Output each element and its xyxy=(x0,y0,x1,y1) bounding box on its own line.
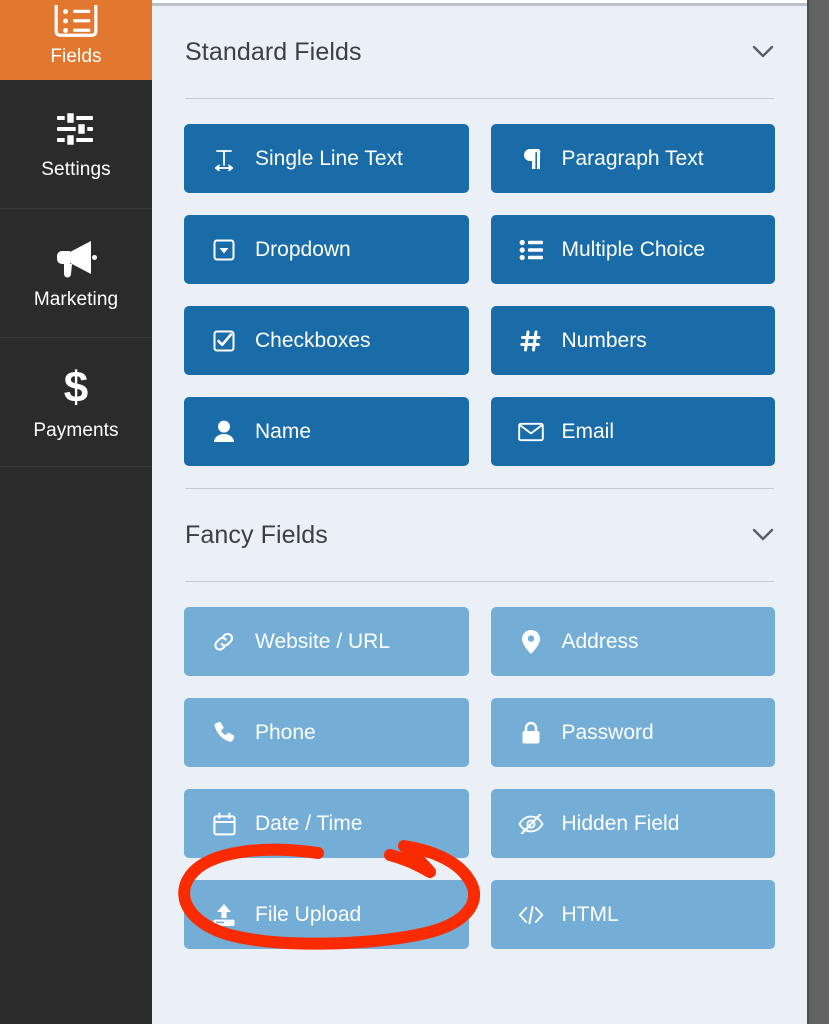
upload-icon xyxy=(211,903,237,927)
field-button-label: Checkboxes xyxy=(255,329,371,352)
standard-fields-grid: Single Line Text Paragraph Text Dropdown… xyxy=(184,99,775,466)
field-button-password[interactable]: Password xyxy=(490,698,775,767)
sidebar-item-label: Settings xyxy=(41,158,111,180)
field-button-dropdown[interactable]: Dropdown xyxy=(184,215,469,284)
user-icon xyxy=(211,420,237,444)
field-button-paragraph-text[interactable]: Paragraph Text xyxy=(490,124,775,193)
text-width-icon xyxy=(211,147,237,171)
list-alt-icon xyxy=(53,5,99,39)
section-title: Standard Fields xyxy=(185,37,362,66)
form-builder-window: Fields Settings Marketing $ Payments Sta… xyxy=(0,0,829,1024)
field-button-label: Address xyxy=(561,630,639,653)
fields-panel-inner: Standard Fields Single Line Text Paragra… xyxy=(152,6,807,1024)
field-button-name[interactable]: Name xyxy=(184,397,469,466)
fields-panel: Standard Fields Single Line Text Paragra… xyxy=(152,0,829,1024)
field-button-html[interactable]: HTML xyxy=(490,880,775,949)
field-button-label: HTML xyxy=(561,903,619,926)
lock-icon xyxy=(518,721,544,745)
field-button-file-upload[interactable]: File Upload xyxy=(184,880,469,949)
field-button-checkboxes[interactable]: Checkboxes xyxy=(184,306,469,375)
field-button-label: Password xyxy=(561,721,654,744)
svg-text:$: $ xyxy=(64,365,88,409)
sliders-icon xyxy=(55,110,97,148)
link-icon xyxy=(211,630,237,654)
dollar-sign-icon: $ xyxy=(58,365,94,409)
field-button-label: Dropdown xyxy=(255,238,351,261)
map-marker-icon xyxy=(518,629,544,654)
chevron-down-icon[interactable] xyxy=(752,41,774,63)
field-button-label: Numbers xyxy=(561,329,647,352)
list-ul-icon xyxy=(518,239,544,261)
eye-slash-icon xyxy=(517,813,544,834)
field-button-label: Hidden Field xyxy=(561,812,680,835)
code-icon xyxy=(518,905,544,925)
field-button-numbers[interactable]: Numbers xyxy=(490,306,775,375)
section-header-fancy-fields[interactable]: Fancy Fields xyxy=(184,489,775,581)
field-button-hidden-field[interactable]: Hidden Field xyxy=(490,789,775,858)
chevron-down-icon[interactable] xyxy=(752,524,774,546)
sidebar-item-fields[interactable]: Fields xyxy=(0,0,152,80)
fancy-fields-grid: Website / URL Address Phone Password Dat… xyxy=(184,582,775,949)
section-header-standard-fields[interactable]: Standard Fields xyxy=(184,6,775,98)
field-button-label: Email xyxy=(561,420,615,443)
field-button-date-time[interactable]: Date / Time xyxy=(184,789,469,858)
field-button-label: Single Line Text xyxy=(255,147,403,170)
field-button-label: File Upload xyxy=(255,903,362,926)
sidebar-item-settings[interactable]: Settings xyxy=(0,80,152,209)
field-button-label: Multiple Choice xyxy=(561,238,706,261)
section-title: Fancy Fields xyxy=(185,520,328,549)
sidebar-item-label: Payments xyxy=(33,419,119,441)
sidebar-item-payments[interactable]: $ Payments xyxy=(0,338,152,467)
bullhorn-icon xyxy=(53,238,99,278)
sidebar-filler xyxy=(0,467,152,1024)
envelope-icon xyxy=(517,422,544,442)
field-button-phone[interactable]: Phone xyxy=(184,698,469,767)
field-button-label: Date / Time xyxy=(255,812,363,835)
field-button-address[interactable]: Address xyxy=(490,607,775,676)
paragraph-icon xyxy=(518,147,544,171)
field-button-single-line-text[interactable]: Single Line Text xyxy=(184,124,469,193)
field-button-label: Phone xyxy=(255,721,316,744)
sidebar-item-label: Fields xyxy=(50,46,102,67)
field-button-label: Paragraph Text xyxy=(561,147,704,170)
sidebar: Fields Settings Marketing $ Payments xyxy=(0,0,152,1024)
sidebar-item-marketing[interactable]: Marketing xyxy=(0,209,152,338)
field-button-website-url[interactable]: Website / URL xyxy=(184,607,469,676)
field-button-label: Website / URL xyxy=(255,630,390,653)
check-square-icon xyxy=(211,329,237,353)
caret-square-down-icon xyxy=(211,238,237,262)
phone-icon xyxy=(211,721,237,744)
hashtag-icon xyxy=(518,329,544,353)
field-button-email[interactable]: Email xyxy=(490,397,775,466)
field-button-multiple-choice[interactable]: Multiple Choice xyxy=(490,215,775,284)
field-button-label: Name xyxy=(255,420,312,443)
window-scrollbar-gutter[interactable] xyxy=(807,0,829,1024)
calendar-icon xyxy=(211,811,237,836)
sidebar-item-label: Marketing xyxy=(33,288,119,310)
